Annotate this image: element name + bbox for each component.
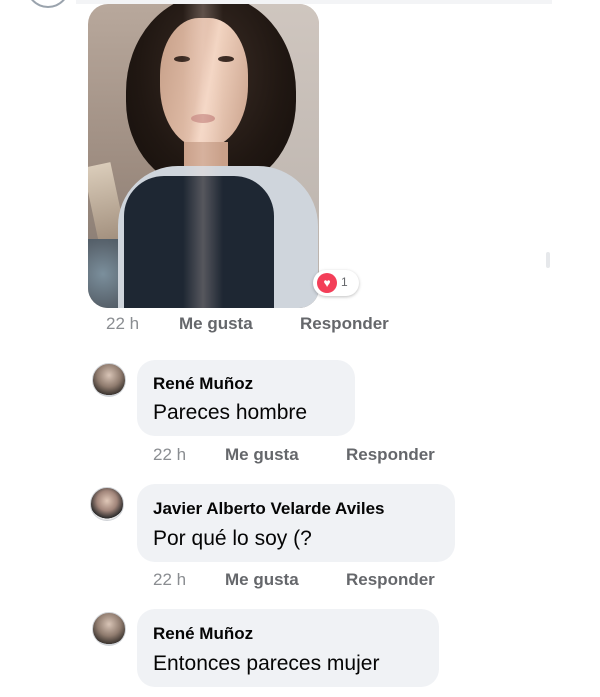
post-reply-button[interactable]: Responder [300,314,389,334]
avatar[interactable] [90,487,124,521]
comment-text: Pareces hombre [153,401,308,424]
comment-time[interactable]: 22 h [153,445,186,465]
post-like-button[interactable]: Me gusta [179,314,253,334]
comment-reply-button[interactable]: Responder [346,570,435,590]
comment-time[interactable]: 22 h [153,570,186,590]
comment-text: Por qué lo soy (? [153,527,312,550]
comment-author[interactable]: René Muñoz [153,624,253,644]
photo-light-beam [183,4,223,308]
comment-author[interactable]: René Muñoz [153,374,253,394]
comment-bubble: René Muñoz Pareces hombre [137,360,355,436]
avatar[interactable] [92,612,126,646]
comment-actions: 22 h Me gusta Responder [153,445,473,465]
heart-icon: ♥ [317,273,337,293]
post-actions: 22 h Me gusta Responder [106,314,426,334]
comment-bubble: René Muñoz Entonces pareces mujer [137,609,439,687]
reaction-count: 1 [341,275,348,289]
poster-avatar-edge [26,0,70,8]
comment-author[interactable]: Javier Alberto Velarde Aviles [153,499,385,519]
comment-photo[interactable] [88,4,319,308]
scroll-indicator [546,252,550,268]
comment-like-button[interactable]: Me gusta [225,445,299,465]
comment-text: Entonces pareces mujer [153,652,380,675]
comment-bubble: Javier Alberto Velarde Aviles Por qué lo… [137,484,455,562]
comment-reply-button[interactable]: Responder [346,445,435,465]
comment-like-button[interactable]: Me gusta [225,570,299,590]
comment-actions: 22 h Me gusta Responder [153,570,473,590]
reaction-badge[interactable]: ♥ 1 [313,270,359,296]
post-time[interactable]: 22 h [106,314,139,334]
avatar[interactable] [92,363,126,397]
